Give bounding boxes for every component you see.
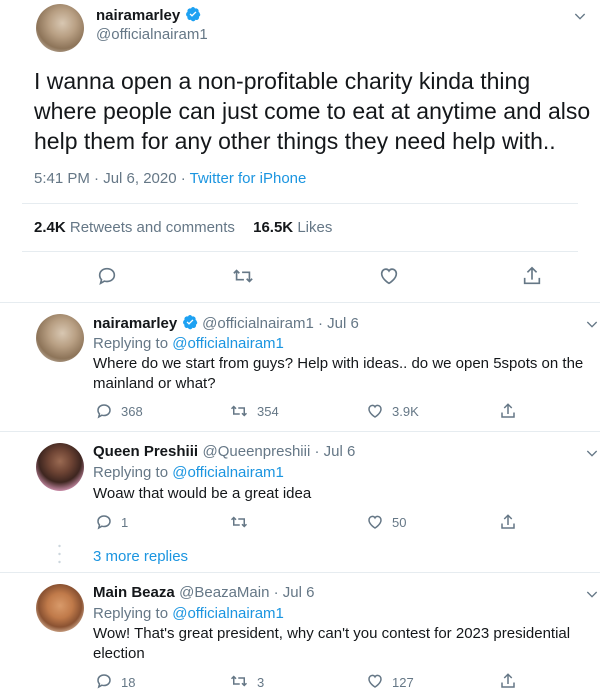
retweet-count: 354 [257,404,279,419]
reply-header: Main Beaza @BeazaMain · Jul 6 [93,584,314,602]
replying-to: Replying to @officialnairam1 [93,463,284,483]
reply-text-line: election [93,645,145,662]
tweet-source-link[interactable]: Twitter for iPhone [190,170,307,187]
reply-header: Queen Preshiii @Queenpreshiii · Jul 6 [93,443,355,461]
retweets-stat[interactable]: 2.4K Retweets and comments [34,219,239,236]
reply-text-line: mainland or what? [93,375,216,392]
retweet-count: 3 [257,675,265,690]
replying-to: Replying to @officialnairam1 [93,334,284,354]
verified-badge-icon [185,6,201,22]
retweet-icon[interactable] [229,672,249,690]
divider [0,302,600,303]
replying-to: Replying to @officialnairam1 [93,604,284,624]
author-line: nairamarley [96,6,201,25]
tweet-text: I wanna open a non-profitable charity ki… [34,66,590,156]
reply-text: Woaw that would be a great idea [93,485,312,502]
retweets-count: 2.4K [34,219,66,236]
handle[interactable]: @officialnairam1 · Jul 6 [202,315,359,332]
likes-label: Likes [297,219,333,236]
handle[interactable]: @officialnairam1 [96,26,208,43]
retweet-icon[interactable] [229,402,249,420]
verified-badge-icon [182,314,198,330]
divider [0,572,600,573]
display-name[interactable]: nairamarley [96,7,180,24]
replying-to-link[interactable]: @officialnairam1 [172,464,284,481]
replying-to-link[interactable]: @officialnairam1 [172,605,284,622]
tweet-text-line: I wanna open a non-profitable charity ki… [34,68,531,94]
reply-icon[interactable] [96,265,118,287]
share-icon[interactable] [521,265,543,287]
like-heart-icon[interactable] [366,672,384,690]
reply-icon[interactable] [95,402,113,420]
show-more-replies-link[interactable]: 3 more replies [93,548,188,565]
display-name[interactable]: nairamarley [93,315,177,332]
tweet-meta: 5:41 PM · Jul 6, 2020 · Twitter for iPho… [34,170,306,187]
divider [22,251,578,252]
tweet-text-line: help them for any other things they need… [34,128,556,154]
chevron-down-icon[interactable] [584,586,600,602]
handle[interactable]: @BeazaMain · Jul 6 [179,584,314,601]
chevron-down-icon[interactable] [572,8,588,24]
thread-dots [58,544,61,564]
avatar[interactable] [36,314,84,362]
timestamp[interactable]: 5:41 PM · Jul 6, 2020 · [34,170,190,187]
retweet-icon[interactable] [229,513,249,531]
divider [0,431,600,432]
replying-to-label: Replying to [93,464,169,481]
like-heart-icon[interactable] [366,513,384,531]
reply-count: 18 [121,675,136,690]
like-count: 127 [392,675,414,690]
handle[interactable]: @Queenpreshiii · Jul 6 [203,443,356,460]
chevron-down-icon[interactable] [584,445,600,461]
reply-text-line: Where do we start from guys? Help with i… [93,355,584,372]
avatar[interactable] [36,4,84,52]
reply-icon[interactable] [95,513,113,531]
reply-count: 368 [121,404,143,419]
like-count: 3.9K [392,404,419,419]
avatar[interactable] [36,443,84,491]
replying-to-label: Replying to [93,605,169,622]
divider [22,203,578,204]
share-icon[interactable] [499,513,517,531]
reply-text-line: Wow! That's great president, why can't y… [93,625,571,642]
display-name[interactable]: Queen Preshiii [93,443,198,460]
like-count: 50 [392,515,407,530]
avatar[interactable] [36,584,84,632]
reply-icon[interactable] [95,672,113,690]
likes-count: 16.5K [253,219,294,236]
reply-text: Wow! That's great president, why can't y… [93,624,593,664]
chevron-down-icon[interactable] [584,316,600,332]
display-name[interactable]: Main Beaza [93,584,175,601]
reply-count: 1 [121,515,129,530]
retweet-icon[interactable] [231,265,255,287]
replying-to-label: Replying to [93,335,169,352]
like-heart-icon[interactable] [378,265,400,287]
engagement-stats: 2.4K Retweets and comments 16.5K Likes [34,219,332,236]
like-heart-icon[interactable] [366,402,384,420]
replying-to-link[interactable]: @officialnairam1 [172,335,284,352]
reply-header: nairamarley @officialnairam1 · Jul 6 [93,314,359,333]
share-icon[interactable] [499,672,517,690]
tweet-text-line: where people can just come to eat at any… [34,98,591,124]
reply-text: Where do we start from guys? Help with i… [93,354,593,394]
share-icon[interactable] [499,402,517,420]
likes-stat[interactable]: 16.5K Likes [253,219,332,236]
retweets-label: Retweets and comments [69,219,235,236]
